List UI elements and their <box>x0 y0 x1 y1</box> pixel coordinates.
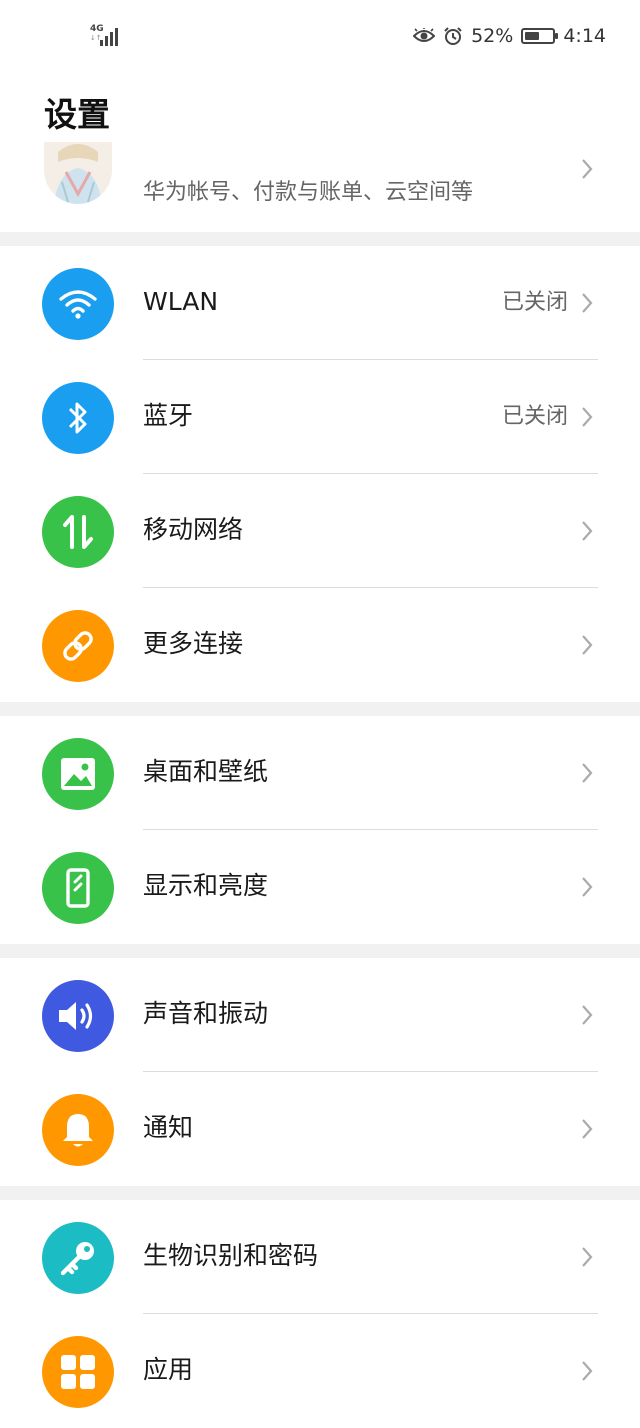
row-label: 桌面和壁纸 <box>143 757 269 786</box>
chevron-right-icon <box>582 159 593 179</box>
row-status: 已关闭 <box>501 404 568 429</box>
chevron-right-icon <box>582 407 593 427</box>
group-security: 生物识别和密码 应用 <box>0 1200 640 1428</box>
row-label: 更多连接 <box>143 629 244 658</box>
avatar <box>44 142 112 204</box>
display-icon <box>42 852 114 924</box>
section-gap <box>0 702 640 716</box>
status-bar: 4G ↓↑ 52% 4:14 <box>0 0 640 72</box>
row-mobile-network[interactable]: 移动网络 <box>0 474 640 588</box>
row-label: 显示和亮度 <box>143 871 269 900</box>
row-status: 已关闭 <box>501 290 568 315</box>
group-display: 桌面和壁纸 显示和亮度 <box>0 716 640 944</box>
account-row[interactable]: 华为帐号、付款与账单、云空间等 <box>0 142 640 232</box>
chevron-right-icon <box>582 1361 593 1381</box>
row-label: 蓝牙 <box>143 401 194 430</box>
row-label: 通知 <box>143 1113 194 1142</box>
row-label: WLAN <box>143 287 219 316</box>
chevron-right-icon <box>582 877 593 897</box>
row-more-connections[interactable]: 更多连接 <box>0 588 640 702</box>
group-connectivity: WLAN 已关闭 蓝牙 已关闭 移动网络 更多连接 <box>0 246 640 702</box>
section-gap <box>0 232 640 246</box>
eye-comfort-icon <box>413 28 436 42</box>
alarm-icon <box>444 27 462 45</box>
chevron-right-icon <box>582 1005 593 1025</box>
section-gap <box>0 1186 640 1200</box>
row-sound-vibration[interactable]: 声音和振动 <box>0 958 640 1072</box>
row-display-brightness[interactable]: 显示和亮度 <box>0 830 640 944</box>
row-biometrics-password[interactable]: 生物识别和密码 <box>0 1200 640 1314</box>
apps-icon <box>42 1336 114 1408</box>
row-label: 生物识别和密码 <box>143 1241 319 1270</box>
link-icon <box>42 610 114 682</box>
row-label: 移动网络 <box>143 515 244 544</box>
row-notifications[interactable]: 通知 <box>0 1072 640 1186</box>
battery-fill <box>525 32 540 40</box>
clock: 4:14 <box>563 25 606 47</box>
chevron-right-icon <box>582 521 593 541</box>
bluetooth-icon <box>42 382 114 454</box>
chevron-right-icon <box>582 763 593 783</box>
row-wlan[interactable]: WLAN 已关闭 <box>0 246 640 360</box>
chevron-right-icon <box>582 1119 593 1139</box>
row-label: 应用 <box>143 1355 194 1384</box>
row-apps[interactable]: 应用 <box>0 1314 640 1428</box>
battery-percent: 52% <box>471 25 514 47</box>
chevron-right-icon <box>582 635 593 655</box>
chevron-right-icon <box>582 1247 593 1267</box>
key-icon <box>42 1222 114 1294</box>
signal-bars-icon <box>100 28 118 46</box>
row-wallpaper[interactable]: 桌面和壁纸 <box>0 716 640 830</box>
page-title: 设置 <box>44 95 110 134</box>
mobile-data-icon <box>42 496 114 568</box>
battery-icon <box>521 28 559 44</box>
row-label: 声音和振动 <box>143 999 269 1028</box>
section-gap <box>0 944 640 958</box>
row-bluetooth[interactable]: 蓝牙 已关闭 <box>0 360 640 474</box>
wallpaper-icon <box>42 738 114 810</box>
wifi-icon <box>42 268 114 340</box>
bell-icon <box>42 1094 114 1166</box>
signal-indicator: 4G ↓↑ <box>88 24 128 48</box>
group-sound: 声音和振动 通知 <box>0 958 640 1186</box>
account-subtitle: 华为帐号、付款与账单、云空间等 <box>143 180 474 205</box>
chevron-right-icon <box>582 293 593 313</box>
volume-icon <box>42 980 114 1052</box>
